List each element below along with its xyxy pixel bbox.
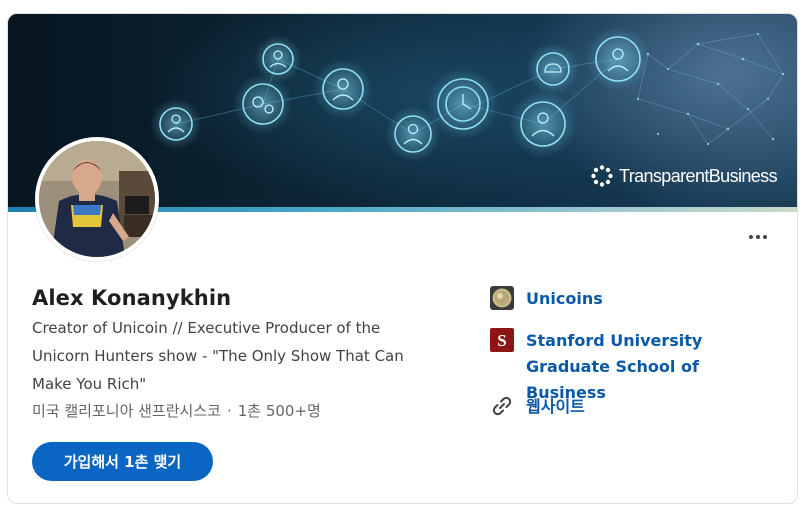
more-options-button[interactable] — [743, 225, 773, 249]
profile-card: TransparentBusiness Alex Konanykhin Crea… — [7, 13, 798, 504]
website-link[interactable]: 웹사이트 — [490, 394, 776, 420]
more-dot-icon — [763, 235, 767, 239]
more-dot-icon — [756, 235, 760, 239]
unicoins-logo-icon — [490, 286, 514, 310]
profile-location: 미국 캘리포니아 샌프란시스코 — [32, 402, 221, 420]
company-link[interactable]: Unicoins — [490, 286, 776, 312]
profile-name: Alex Konanykhin — [32, 286, 232, 310]
link-chain-icon — [492, 396, 512, 416]
profile-headline: Creator of Unicoin // Executive Producer… — [32, 319, 404, 393]
transparentbusiness-logo-icon — [591, 165, 613, 187]
banner-brand: TransparentBusiness — [590, 164, 778, 188]
avatar-photo — [39, 141, 155, 257]
join-to-connect-button[interactable]: 가입해서 1촌 맺기 — [32, 442, 213, 481]
svg-text:S: S — [497, 331, 506, 350]
website-link-label: 웹사이트 — [526, 397, 585, 416]
company-link-label: Unicoins — [526, 289, 603, 308]
profile-location-line: 미국 캘리포니아 샌프란시스코 · 1촌 500+명 — [32, 400, 321, 421]
location-separator: · — [226, 402, 232, 420]
stanford-logo-icon: S — [490, 328, 514, 352]
banner-brand-text: TransparentBusiness — [618, 166, 778, 186]
more-dot-icon — [749, 235, 753, 239]
profile-avatar[interactable] — [35, 137, 159, 261]
profile-connections: 1촌 500+명 — [237, 402, 321, 420]
